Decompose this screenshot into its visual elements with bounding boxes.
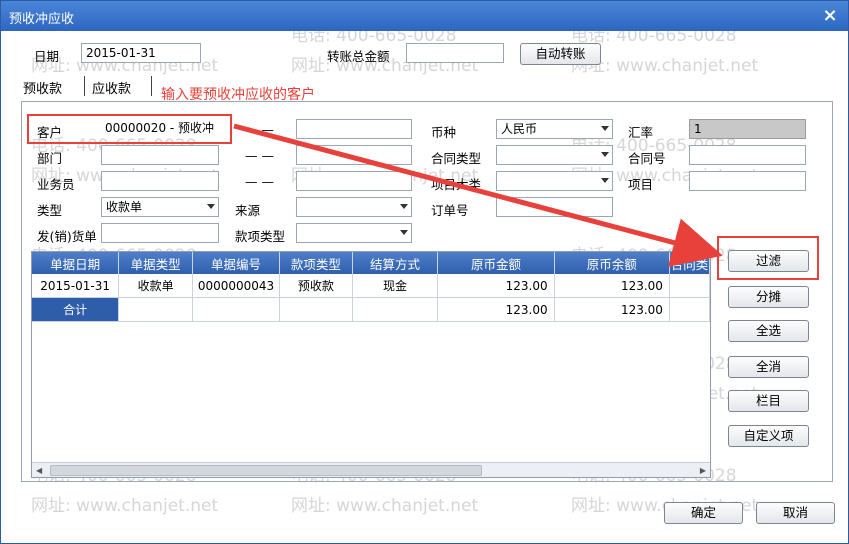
table-cell	[352, 297, 439, 322]
title-bar: 预收冲应收 ×	[1, 1, 848, 31]
chevron-down-icon	[400, 204, 408, 209]
table-cell	[669, 297, 710, 322]
project-field[interactable]	[689, 171, 806, 191]
scroll-left-icon[interactable]: ◀	[36, 466, 42, 475]
cancel-button[interactable]: 取消	[756, 502, 835, 524]
allocate-button[interactable]: 分摊	[728, 286, 809, 308]
ok-button[interactable]: 确定	[664, 502, 743, 524]
table-cell	[118, 297, 194, 322]
project-cat-label: 项目大类	[431, 177, 482, 192]
range-dash: — —	[245, 122, 274, 137]
chevron-down-icon	[400, 230, 408, 235]
table-row[interactable]: 2015-01-31 收款单 0000000043 预收款 现金 123.00 …	[32, 274, 710, 298]
order-label: 订单号	[431, 203, 469, 218]
tab-divider	[151, 76, 152, 96]
rate-field: 1	[689, 119, 806, 139]
table-cell	[279, 297, 353, 322]
customer-field[interactable]: 00000020 - 预收冲	[101, 119, 219, 139]
data-table: 单据日期 单据类型 单据编号 款项类型 结算方式 原币金额 原币余额 合同类 2…	[32, 252, 710, 322]
column-header[interactable]: 结算方式	[352, 252, 439, 274]
currency-label: 币种	[431, 125, 457, 140]
source-label: 来源	[235, 203, 261, 218]
currency-value: 人民币	[501, 122, 538, 136]
close-icon[interactable]: ×	[820, 6, 840, 26]
select-all-button[interactable]: 全选	[728, 320, 809, 342]
range-dash: — —	[245, 148, 274, 163]
contract-type-label: 合同类型	[431, 151, 482, 166]
date-field[interactable]: 2015-01-31	[81, 43, 201, 63]
rate-label: 汇率	[628, 125, 654, 140]
total-label: 合计	[32, 297, 120, 322]
column-header[interactable]: 单据编号	[192, 252, 280, 274]
window-title: 预收冲应收	[9, 12, 75, 27]
table-cell: 收款单	[118, 274, 194, 298]
total-amount: 123.00	[437, 297, 555, 322]
table-cell	[669, 274, 710, 298]
fund-type-select[interactable]	[296, 223, 412, 243]
scrollbar-thumb[interactable]	[50, 465, 482, 476]
chevron-down-icon	[601, 152, 609, 157]
dialog-window: 电话: 400-665-0028 电话: 400-665-0028 网址: ww…	[0, 0, 849, 544]
ship-field[interactable]	[101, 223, 219, 243]
watermark-site: 网址: www.chanjet.net	[31, 496, 219, 516]
chevron-down-icon	[207, 204, 215, 209]
staff-label: 业务员	[37, 177, 75, 192]
scroll-right-icon[interactable]: ▶	[700, 466, 706, 475]
tab-receivable[interactable]: 应收款	[92, 78, 131, 97]
watermark-site: 网址: www.chanjet.net	[291, 496, 479, 516]
dept-field[interactable]	[101, 145, 219, 165]
column-header[interactable]: 原币金额	[437, 252, 555, 274]
customer-label: 客户	[37, 125, 63, 140]
deselect-all-button[interactable]: 全消	[728, 356, 809, 378]
table-cell: 0000000043	[192, 274, 280, 298]
ship-label: 发(销)货单	[37, 229, 97, 244]
staff-field[interactable]	[101, 171, 219, 191]
contract-no-field[interactable]	[689, 145, 806, 165]
total-balance: 123.00	[554, 297, 670, 322]
transfer-total-field[interactable]	[406, 43, 504, 63]
auto-transfer-button[interactable]: 自动转账	[520, 43, 601, 65]
project-label: 项目	[628, 177, 654, 192]
column-header[interactable]: 单据类型	[118, 252, 194, 274]
dept-label: 部门	[37, 151, 63, 166]
type-value: 收款单	[106, 200, 143, 214]
fund-type-label: 款项类型	[235, 229, 286, 244]
table-cell: 2015-01-31	[32, 274, 120, 298]
column-header[interactable]: 款项类型	[279, 252, 353, 274]
column-header[interactable]: 原币余额	[554, 252, 670, 274]
table-cell: 现金	[352, 274, 439, 298]
data-grid: 单据日期 单据类型 单据编号 款项类型 结算方式 原币金额 原币余额 合同类 2…	[31, 251, 711, 478]
column-header[interactable]: 合同类	[669, 252, 710, 274]
total-row: 合计 123.00 123.00	[32, 297, 710, 322]
source-select[interactable]	[296, 197, 412, 217]
table-header-row: 单据日期 单据类型 单据编号 款项类型 结算方式 原币金额 原币余额 合同类	[32, 252, 710, 274]
range-dash: — —	[245, 174, 274, 189]
table-cell: 预收款	[279, 274, 353, 298]
custom-items-button[interactable]: 自定义项	[728, 425, 809, 447]
type-label: 类型	[37, 203, 63, 218]
tab-prereceipt[interactable]: 预收款	[23, 78, 62, 97]
contract-no-label: 合同号	[628, 151, 666, 166]
transfer-total-label: 转账总金额	[327, 49, 390, 64]
chevron-down-icon	[601, 178, 609, 183]
dept-to-field[interactable]	[296, 145, 412, 165]
project-cat-select[interactable]	[496, 171, 613, 191]
staff-to-field[interactable]	[296, 171, 412, 191]
tab-divider	[84, 76, 85, 96]
horizontal-scrollbar[interactable]: ◀ ▶	[32, 462, 710, 477]
date-label: 日期	[34, 49, 60, 64]
filter-button[interactable]: 过滤	[728, 250, 809, 272]
chevron-down-icon	[601, 126, 609, 131]
type-select[interactable]: 收款单	[101, 197, 219, 217]
contract-type-select[interactable]	[496, 145, 613, 165]
order-field[interactable]	[496, 197, 613, 217]
currency-select[interactable]: 人民币	[496, 119, 613, 139]
table-cell: 123.00	[554, 274, 670, 298]
table-cell: 123.00	[437, 274, 555, 298]
column-header[interactable]: 单据日期	[32, 252, 120, 274]
customer-to-field[interactable]	[296, 119, 412, 139]
columns-button[interactable]: 栏目	[728, 390, 809, 412]
table-cell	[192, 297, 280, 322]
